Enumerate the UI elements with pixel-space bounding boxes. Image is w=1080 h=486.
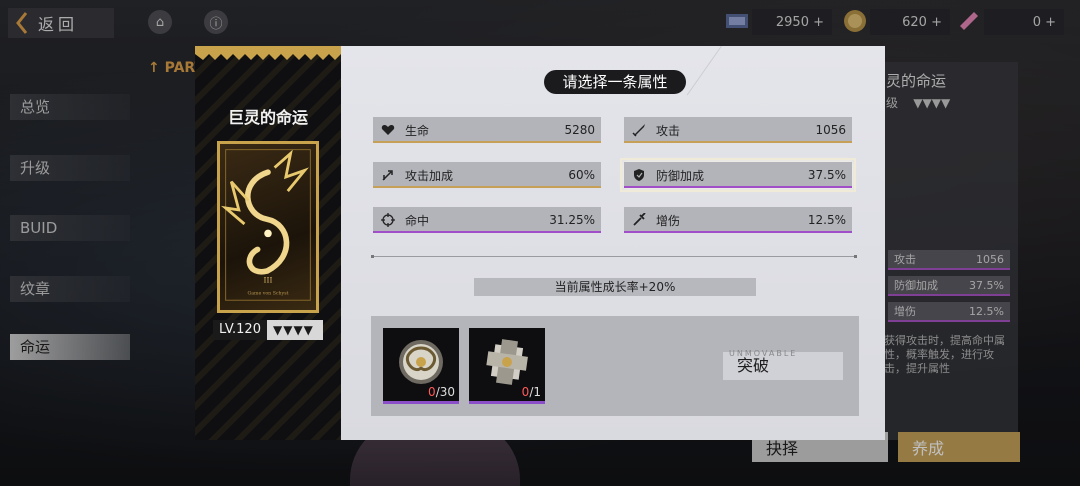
dragon-emblem-icon: III Game von Schyst — [221, 149, 311, 301]
crosshair-icon — [381, 213, 395, 227]
ornate-cross-icon — [486, 339, 528, 385]
section-divider — [371, 255, 857, 258]
heart-icon — [381, 123, 395, 137]
breakthrough-button[interactable]: UNMOVABLE 突破 — [723, 349, 843, 380]
destiny-card-panel: 巨灵的命运 III Game von Schyst LV.120 ▼▼▼▼ — [195, 46, 341, 440]
panel-title: 请选择一条属性 — [544, 70, 686, 94]
zigzag-decoration — [195, 46, 341, 60]
stat-option-accuracy[interactable]: 命中 31.25% — [373, 207, 601, 233]
shield-icon — [632, 168, 646, 182]
damage-boost-icon — [632, 213, 646, 227]
material-slot[interactable]: 0/30 — [383, 328, 459, 404]
sword-icon — [632, 123, 646, 137]
level-bar: LV.120 ▼▼▼▼ — [213, 320, 323, 340]
attribute-select-panel: 请选择一条属性 生命 5280 攻击 1056 攻击加成 60% 防御加成 37… — [341, 45, 885, 440]
breakthrough-materials: 0/30 0/1 UNMOVABLE 突破 — [371, 316, 859, 416]
growth-rate-label: 当前属性成长率+20% — [474, 278, 756, 296]
level-label: LV.120 — [213, 320, 267, 340]
material-slot[interactable]: 0/1 — [469, 328, 545, 404]
stat-option-attack-boost[interactable]: 攻击加成 60% — [373, 162, 601, 188]
stat-option-defense-boost[interactable]: 防御加成 37.5% — [620, 158, 856, 192]
star-rating: ▼▼▼▼ — [272, 323, 314, 337]
knot-emblem-icon — [399, 340, 443, 384]
card-subcaption: Game von Schyst — [247, 291, 288, 297]
stat-option-damage-boost[interactable]: 增伤 12.5% — [624, 207, 852, 233]
destiny-card-art[interactable]: III Game von Schyst — [217, 141, 319, 313]
card-title: 巨灵的命运 — [227, 108, 308, 127]
stat-option-attack[interactable]: 攻击 1056 — [624, 117, 852, 143]
card-numeral: III — [264, 275, 273, 284]
stat-option-hp[interactable]: 生命 5280 — [373, 117, 601, 143]
attack-boost-icon — [381, 168, 395, 182]
